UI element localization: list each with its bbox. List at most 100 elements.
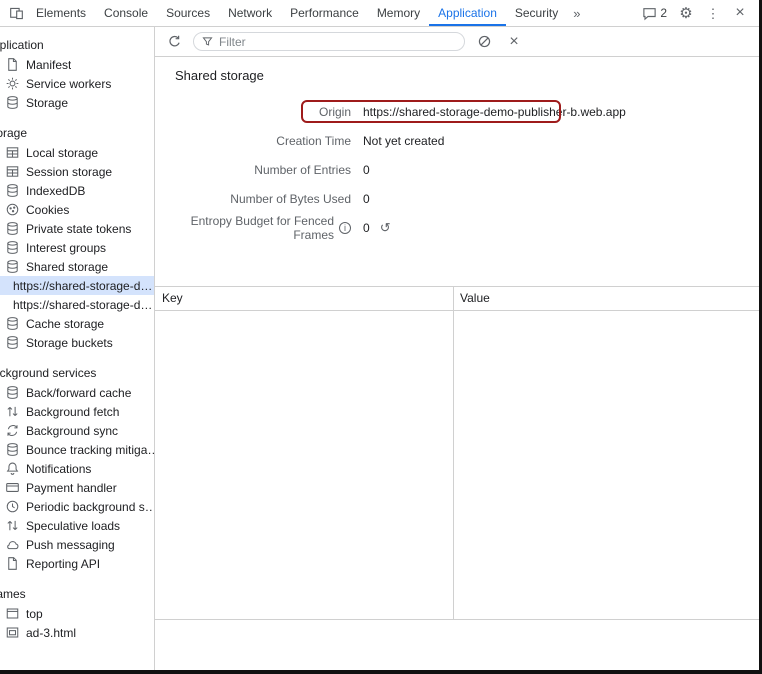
sidebar-item-label: Storage buckets [26,336,113,350]
sidebar-section-title-storage[interactable]: Storage [0,123,155,143]
metadata-section: Origin https://shared-storage-demo-publis… [155,91,759,242]
table-body-key-column [155,311,454,619]
sidebar-item-interest-groups[interactable]: Interest groups [0,238,155,257]
more-tabs-button[interactable]: » [567,6,586,21]
sidebar-item-reporting-api[interactable]: Reporting API [0,554,155,573]
sidebar-item-label: Bounce tracking mitiga… [26,443,155,457]
close-view-icon[interactable]: × [503,31,525,53]
sidebar-item-storage[interactable]: Storage [0,93,155,112]
sidebar-section-title-background-services[interactable]: Background services [0,363,155,383]
bell-icon [5,461,20,476]
meta-label: Entropy Budget for Fenced Frames [155,214,351,242]
sidebar-item-label: top [26,607,43,621]
column-header-key[interactable]: Key [155,287,454,310]
sidebar-item-speculative-loads[interactable]: Speculative loads [0,516,155,535]
sidebar-item-periodic-background-sync[interactable]: Periodic background s… [0,497,155,516]
sidebar-item-frame-top[interactable]: top [0,604,155,623]
gear-icon [5,76,20,91]
sidebar-item-label: Session storage [26,165,112,179]
sidebar-item-shared-storage[interactable]: Shared storage [0,257,155,276]
issues-counter-button[interactable]: 2 [639,2,670,24]
sidebar-item-label: Notifications [26,462,91,476]
close-devtools-icon[interactable]: × [729,2,751,24]
sidebar-item-label: ad-3.html [26,626,76,640]
sidebar-item-frame-ad-3[interactable]: ad-3.html [0,623,155,642]
cloud-icon [5,537,20,552]
database-icon [5,442,20,457]
sidebar-item-back-forward-cache[interactable]: Back/forward cache [0,383,155,402]
sidebar-item-cache-storage[interactable]: Cache storage [0,314,155,333]
tab-memory[interactable]: Memory [368,0,429,26]
sidebar-section-title-application[interactable]: Application [0,35,155,55]
funnel-icon [202,36,213,47]
tab-performance[interactable]: Performance [281,0,368,26]
shared-storage-view: × Shared storage Origin https://shared-st… [155,27,759,670]
table-icon [5,164,20,179]
database-icon [5,259,20,274]
sidebar-item-indexeddb[interactable]: IndexedDB [0,181,155,200]
meta-label: Origin [155,105,351,119]
refresh-icon[interactable] [163,31,185,53]
sidebar-item-label: Interest groups [26,241,106,255]
sidebar-item-label: IndexedDB [26,184,85,198]
column-header-value[interactable]: Value [454,287,759,310]
tab-elements[interactable]: Elements [27,0,95,26]
iframe-icon [5,625,20,640]
sidebar-item-background-sync[interactable]: Background sync [0,421,155,440]
settings-gear-icon[interactable]: ⚙ [675,2,697,24]
tab-console[interactable]: Console [95,0,157,26]
tab-sources[interactable]: Sources [157,0,219,26]
sidebar-item-manifest[interactable]: Manifest [0,55,155,74]
sidebar-item-label: Manifest [26,58,71,72]
sidebar-item-label: Cache storage [26,317,104,331]
database-icon [5,183,20,198]
tabbar-right-actions: 2 ⚙ ⋮ × [639,2,759,24]
sidebar-item-notifications[interactable]: Notifications [0,459,155,478]
sidebar-item-shared-storage-origin-1[interactable]: https://shared-storage-d… [0,276,155,295]
sidebar-item-label: Periodic background s… [26,500,155,514]
table-preview-pane [155,619,759,670]
sidebar-item-label: Background sync [26,424,118,438]
sidebar-item-private-state-tokens[interactable]: Private state tokens [0,219,155,238]
sidebar-item-label: https://shared-storage-d… [13,279,152,293]
sidebar-item-storage-buckets[interactable]: Storage buckets [0,333,155,352]
tab-network[interactable]: Network [219,0,281,26]
sidebar-item-local-storage[interactable]: Local storage [0,143,155,162]
sidebar-item-session-storage[interactable]: Session storage [0,162,155,181]
filter-input[interactable] [219,35,456,49]
filter-input-box[interactable] [193,32,465,51]
sidebar-item-payment-handler[interactable]: Payment handler [0,478,155,497]
info-icon[interactable] [339,222,351,234]
tab-security[interactable]: Security [506,0,567,26]
table-icon [5,145,20,160]
card-icon [5,480,20,495]
sidebar-item-label: Speculative loads [26,519,120,533]
sidebar-item-cookies[interactable]: Cookies [0,200,155,219]
clock-icon [5,499,20,514]
devtools-tabbar: ElementsConsoleSourcesNetworkPerformance… [0,0,759,27]
sidebar-section-title-frames[interactable]: Frames [0,584,155,604]
sidebar-item-label: Private state tokens [26,222,131,236]
sidebar-item-bounce-tracking-mitigations[interactable]: Bounce tracking mitiga… [0,440,155,459]
sidebar-item-service-workers[interactable]: Service workers [0,74,155,93]
toggle-device-toolbar-icon[interactable] [5,2,27,24]
meta-row-creation-time: Creation TimeNot yet created [155,126,759,155]
sidebar-item-label: Background fetch [26,405,119,419]
sidebar-section-application: Application Manifest Service workersStorag… [0,35,155,112]
key-value-table: Key Value [155,286,759,670]
issues-count: 2 [660,6,667,20]
document-icon [5,57,20,72]
sidebar-item-background-fetch[interactable]: Background fetch [0,402,155,421]
meta-value: 0 [363,163,370,177]
clear-all-icon[interactable] [473,31,495,53]
panel-tabs: ElementsConsoleSourcesNetworkPerformance… [27,0,567,26]
meta-row-number-of-bytes-used: Number of Bytes Used0 [155,184,759,213]
tab-application[interactable]: Application [429,0,506,26]
sidebar-item-push-messaging[interactable]: Push messaging [0,535,155,554]
meta-value: https://shared-storage-demo-publisher-b.… [363,105,626,119]
page-title: Shared storage [155,57,759,91]
kebab-menu-icon[interactable]: ⋮ [702,2,724,24]
sidebar-item-label: Local storage [26,146,98,160]
sidebar-item-shared-storage-origin-2[interactable]: https://shared-storage-d… [0,295,155,314]
reset-entropy-icon[interactable]: ↺ [380,221,391,234]
